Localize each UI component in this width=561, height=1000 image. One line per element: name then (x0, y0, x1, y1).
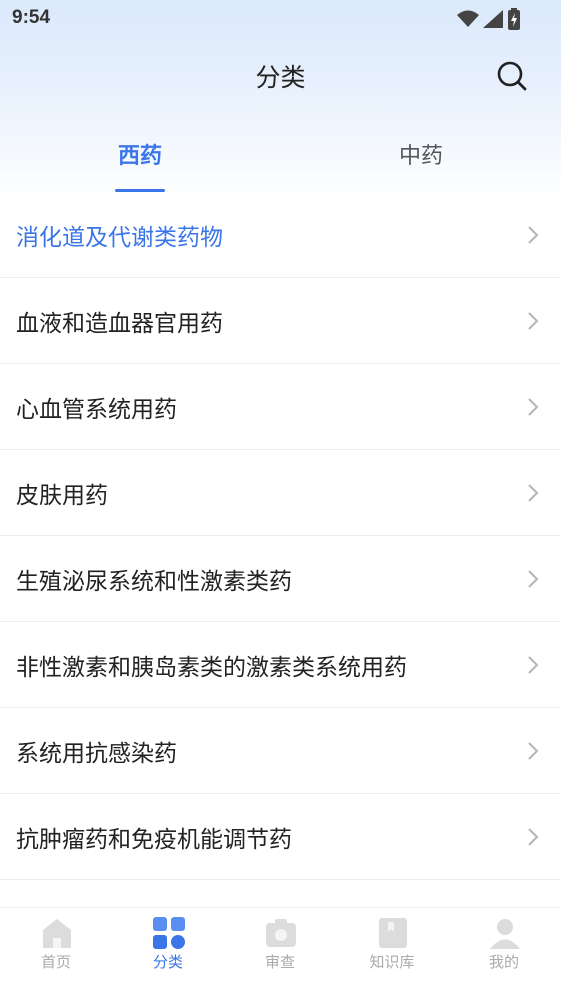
category-label: 系统用抗感染药 (16, 741, 177, 767)
search-button[interactable] (494, 58, 530, 94)
page-title: 分类 (255, 63, 306, 92)
list-item[interactable]: 非性激素和胰岛素类的激素类系统用药 (0, 622, 561, 708)
chevron-right-icon (528, 828, 539, 846)
nav-label-review: 审查 (264, 953, 295, 971)
chevron-right-icon (528, 570, 539, 588)
battery-icon (508, 8, 520, 30)
wifi-icon (457, 10, 479, 27)
status-time: 9:54 (12, 7, 51, 28)
nav-label-category: 分类 (152, 953, 183, 971)
user-icon (490, 919, 520, 949)
book-icon (379, 918, 407, 948)
status-icons (457, 8, 521, 30)
list-item[interactable]: 皮肤用药 (0, 450, 561, 536)
list-item[interactable]: 抗肿瘤药和免疫机能调节药 (0, 794, 561, 880)
cellular-signal-icon (483, 10, 503, 28)
category-label: 皮肤用药 (16, 483, 108, 509)
nav-label-mine: 我的 (488, 953, 519, 971)
category-list: 消化道及代谢类药物 血液和造血器官用药 心血管系统用药 皮肤用药 生殖泌尿系统和… (0, 192, 561, 880)
category-grid-icon (153, 917, 185, 949)
nav-item-home[interactable]: 首页 (0, 908, 112, 1000)
camera-icon (266, 919, 296, 947)
nav-item-knowledge[interactable]: 知识库 (336, 908, 448, 1000)
list-item[interactable]: 血液和造血器官用药 (0, 278, 561, 364)
category-label: 血液和造血器官用药 (16, 311, 223, 337)
category-label: 抗肿瘤药和免疫机能调节药 (16, 827, 292, 853)
list-item[interactable]: 系统用抗感染药 (0, 708, 561, 794)
list-item[interactable]: 心血管系统用药 (0, 364, 561, 450)
bottom-navigation: 首页 分类 审查 知识库 我的 (0, 907, 561, 1000)
category-label: 消化道及代谢类药物 (16, 225, 223, 251)
medicine-type-tabs: 西药 中药 (0, 130, 561, 192)
status-bar: 9:54 (0, 0, 561, 38)
chevron-right-icon (528, 226, 539, 244)
list-item[interactable]: 生殖泌尿系统和性激素类药 (0, 536, 561, 622)
home-icon (43, 919, 71, 948)
nav-item-mine[interactable]: 我的 (448, 908, 560, 1000)
chevron-right-icon (528, 656, 539, 674)
chevron-right-icon (528, 484, 539, 502)
nav-item-category[interactable]: 分类 (112, 908, 224, 1000)
tab-chinese-medicine[interactable]: 中药 (361, 138, 481, 170)
nav-label-knowledge: 知识库 (369, 953, 415, 971)
nav-label-home: 首页 (40, 953, 71, 971)
search-icon (497, 61, 527, 91)
nav-item-review[interactable]: 审查 (224, 908, 336, 1000)
category-label: 生殖泌尿系统和性激素类药 (16, 569, 292, 595)
top-header: 分类 (0, 50, 561, 106)
list-item[interactable]: 消化道及代谢类药物 (0, 192, 561, 278)
chevron-right-icon (528, 398, 539, 416)
chevron-right-icon (528, 312, 539, 330)
category-label: 心血管系统用药 (16, 397, 177, 423)
tab-western-medicine[interactable]: 西药 (80, 138, 200, 170)
category-label: 非性激素和胰岛素类的激素类系统用药 (16, 655, 407, 681)
chevron-right-icon (528, 742, 539, 760)
